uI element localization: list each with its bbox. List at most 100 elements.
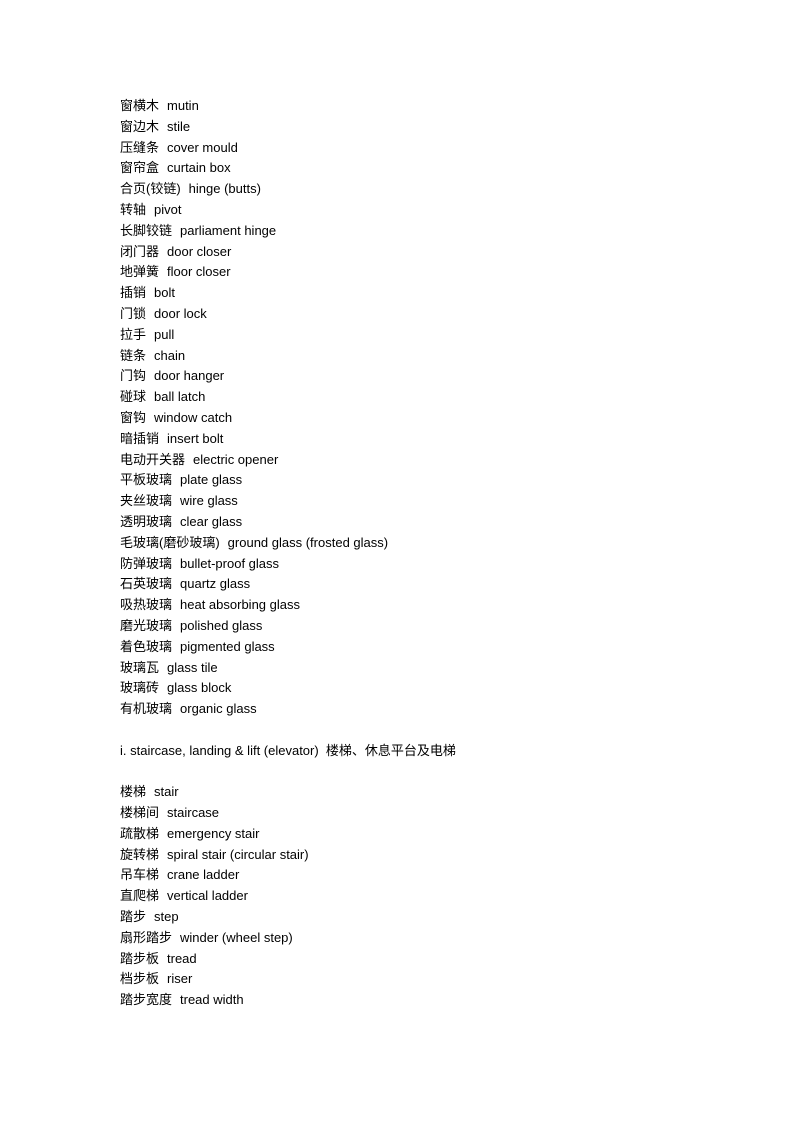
- term-chinese: 疏散梯: [120, 825, 160, 841]
- glossary-entry: 链条 chain: [120, 346, 720, 367]
- glossary-entry: 踏步 step: [120, 907, 720, 928]
- term-english: organic glass: [180, 701, 257, 717]
- term-english: spiral stair (circular stair): [167, 846, 309, 862]
- glossary-entry: 暗插销 insert bolt: [120, 429, 720, 450]
- term-chinese: 旋转梯: [120, 846, 160, 862]
- glossary-entry: 磨光玻璃 polished glass: [120, 616, 720, 637]
- term-english: window catch: [154, 409, 233, 425]
- glossary-entry: 闭门器 door closer: [120, 242, 720, 263]
- glossary-entry: 碰球 ball latch: [120, 387, 720, 408]
- term-english: hinge (butts): [188, 181, 261, 197]
- term-chinese: 踏步宽度: [120, 992, 173, 1008]
- term-english: ball latch: [154, 389, 206, 405]
- term-chinese: 窗钩: [120, 409, 147, 425]
- term-english: bolt: [154, 285, 175, 301]
- term-chinese: 闭门器: [120, 243, 160, 259]
- term-english: winder (wheel step): [180, 929, 293, 945]
- term-chinese: 楼梯: [120, 784, 147, 800]
- term-english: insert bolt: [167, 430, 224, 446]
- term-english: stair: [154, 784, 179, 800]
- term-chinese: 链条: [120, 347, 147, 363]
- term-english: pivot: [154, 201, 182, 217]
- term-chinese: 楼梯间: [120, 805, 160, 821]
- term-chinese: 合页(铰链): [120, 181, 181, 197]
- glossary-entry: 楼梯间 staircase: [120, 803, 720, 824]
- glossary-entry: 踏步板 tread: [120, 949, 720, 970]
- term-chinese: 拉手: [120, 326, 147, 342]
- glossary-entry: 吸热玻璃 heat absorbing glass: [120, 595, 720, 616]
- term-chinese: 档步板: [120, 971, 160, 987]
- term-english: cover mould: [167, 139, 238, 155]
- glossary-entry: 防弹玻璃 bullet-proof glass: [120, 554, 720, 575]
- term-chinese: 透明玻璃: [120, 513, 173, 529]
- term-chinese: 转轴: [120, 201, 147, 217]
- section-heading-staircase: i. staircase, landing & lift (elevator) …: [120, 742, 456, 758]
- term-english: stile: [167, 118, 191, 134]
- glossary-entry: 楼梯 stair: [120, 782, 720, 803]
- term-chinese: 踏步: [120, 909, 147, 925]
- term-chinese: 夹丝玻璃: [120, 493, 173, 509]
- term-english: pigmented glass: [180, 638, 275, 654]
- glossary-entry: 玻璃砖 glass block: [120, 678, 720, 699]
- glossary-entry: 着色玻璃 pigmented glass: [120, 637, 720, 658]
- term-english: heat absorbing glass: [180, 597, 300, 613]
- term-chinese: 防弹玻璃: [120, 555, 173, 571]
- term-english: ground glass (frosted glass): [227, 534, 389, 550]
- term-english: chain: [154, 347, 186, 363]
- glossary-entry: 吊车梯 crane ladder: [120, 865, 720, 886]
- term-english: step: [154, 909, 179, 925]
- term-chinese: 门锁: [120, 305, 147, 321]
- term-chinese: 着色玻璃: [120, 638, 173, 654]
- glossary-entry: 窗钩 window catch: [120, 408, 720, 429]
- term-chinese: 门钩: [120, 368, 147, 384]
- glossary-entry: 地弹簧 floor closer: [120, 262, 720, 283]
- term-chinese: 窗横木: [120, 98, 160, 113]
- glossary-entry: 夹丝玻璃 wire glass: [120, 491, 720, 512]
- glossary-entry: 长脚铰链 parliament hinge: [120, 221, 720, 242]
- glossary-entry: 插销 bolt: [120, 283, 720, 304]
- term-chinese: 电动开关器: [120, 451, 186, 467]
- glossary-entry: 拉手 pull: [120, 325, 720, 346]
- term-english: door lock: [154, 305, 207, 321]
- glossary-entry: 门钩 door hanger: [120, 366, 720, 387]
- term-english: door closer: [167, 243, 232, 259]
- term-english: polished glass: [180, 617, 263, 633]
- term-english: staircase: [167, 805, 220, 821]
- glossary-entry: 电动开关器 electric opener: [120, 450, 720, 471]
- term-english: curtain box: [167, 160, 231, 176]
- term-chinese: 磨光玻璃: [120, 617, 173, 633]
- term-chinese: 踏步板: [120, 950, 160, 966]
- glossary-entry: 透明玻璃 clear glass: [120, 512, 720, 533]
- term-english: vertical ladder: [167, 888, 248, 904]
- term-chinese: 地弹簧: [120, 264, 160, 280]
- glossary-entry: 档步板 riser: [120, 969, 720, 990]
- term-english: parliament hinge: [180, 222, 277, 238]
- glossary-entry: 直爬梯 vertical ladder: [120, 886, 720, 907]
- term-english: glass block: [167, 680, 232, 696]
- term-chinese: 毛玻璃(磨砂玻璃): [120, 534, 220, 550]
- term-chinese: 碰球: [120, 389, 147, 405]
- glossary-entry: 合页(铰链) hinge (butts): [120, 179, 720, 200]
- glossary-section-doors-windows: 窗横木 mutin 窗边木 stile 压缝条 cover mould 窗帘盒 curtain…: [120, 96, 720, 720]
- term-chinese: 暗插销: [120, 430, 160, 446]
- document-page: 窗横木 mutin 窗边木 stile 压缝条 cover mould 窗帘盒 curtain…: [120, 96, 720, 1011]
- term-english: riser: [167, 971, 193, 987]
- glossary-entry: 玻璃瓦 glass tile: [120, 658, 720, 679]
- glossary-entry: 扇形踏步 winder (wheel step): [120, 928, 720, 949]
- glossary-entry: 旋转梯 spiral stair (circular stair): [120, 845, 720, 866]
- term-english: bullet-proof glass: [180, 555, 280, 571]
- term-english: quartz glass: [180, 576, 251, 592]
- term-chinese: 玻璃砖: [120, 680, 160, 696]
- term-chinese: 长脚铰链: [120, 222, 173, 238]
- term-chinese: 压缝条: [120, 139, 160, 155]
- glossary-entry: 窗横木 mutin: [120, 96, 720, 117]
- term-english: wire glass: [180, 493, 238, 509]
- term-english: floor closer: [167, 264, 231, 280]
- glossary-entry: 石英玻璃 quartz glass: [120, 574, 720, 595]
- glossary-entry: 窗帘盒 curtain box: [120, 158, 720, 179]
- term-english: mutin: [167, 98, 199, 113]
- term-english: emergency stair: [167, 825, 260, 841]
- term-english: electric opener: [193, 451, 279, 467]
